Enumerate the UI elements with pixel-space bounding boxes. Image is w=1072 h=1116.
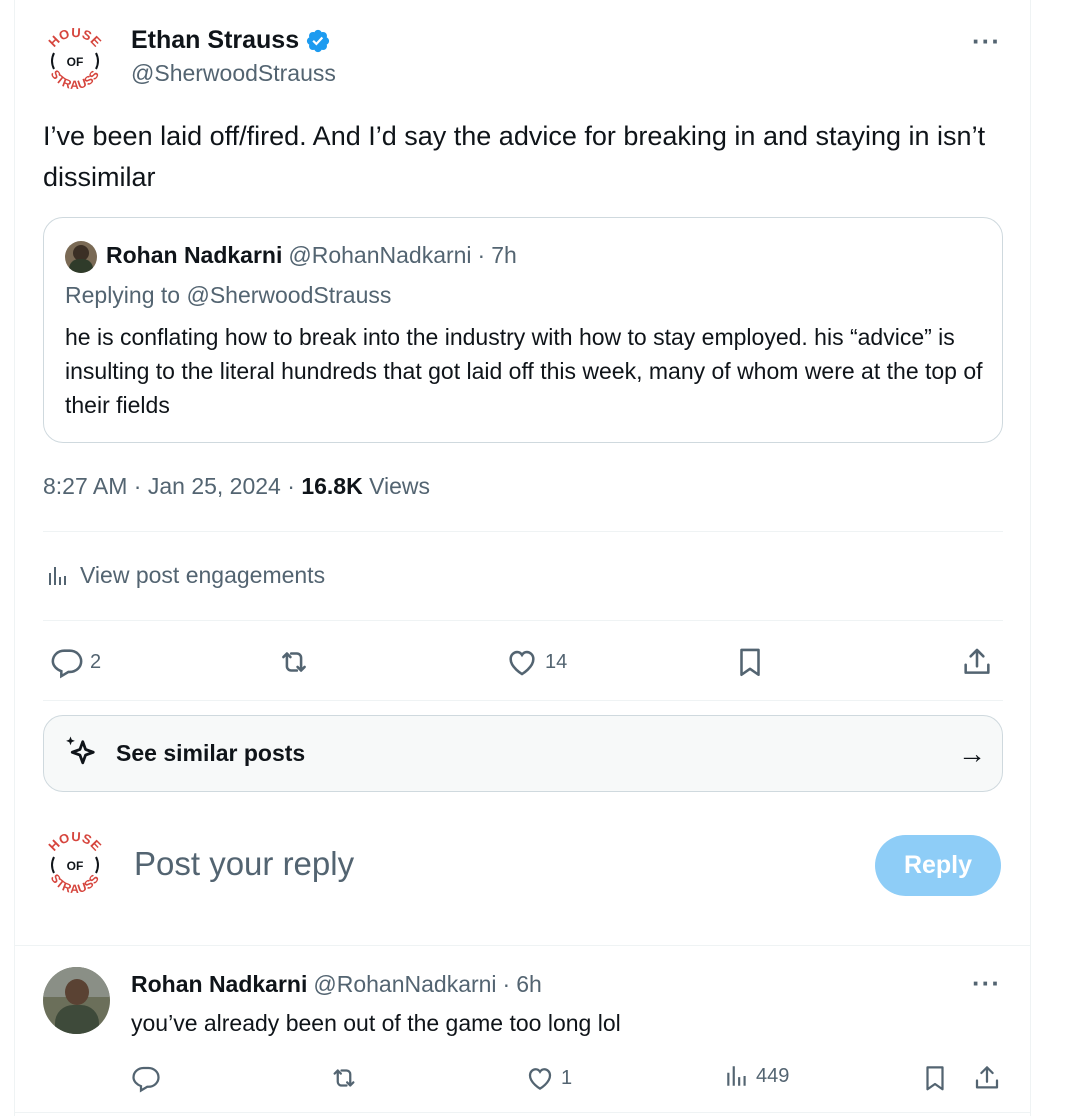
quoted-author-name: Rohan Nadkarni [106, 242, 283, 268]
quoted-author-handle: @RohanNadkarni [288, 242, 472, 268]
like-action[interactable]: 14 [505, 645, 567, 679]
reply-input[interactable]: Post your reply [134, 845, 354, 883]
author-handle[interactable]: @SherwoodStrauss [131, 60, 336, 87]
verified-badge-icon [307, 29, 330, 52]
repost-icon [333, 1069, 355, 1087]
sparkle-icon [66, 736, 95, 765]
author-avatar[interactable]: HOUSE OF STRAUSS [40, 26, 110, 96]
reply-count: 2 [90, 650, 102, 673]
divider [43, 531, 1003, 532]
like-count: 14 [545, 650, 568, 673]
quoted-text: he is conflating how to break into the i… [65, 324, 983, 418]
quoted-replying-to: Replying to @SherwoodStrauss [65, 282, 391, 309]
share-icon [964, 648, 990, 674]
reply-bookmark-action[interactable] [920, 1063, 950, 1093]
author-name[interactable]: Ethan Strauss [131, 26, 299, 55]
analytics-icon [49, 566, 66, 585]
reply-button[interactable]: Reply [875, 835, 1001, 896]
see-similar-posts-button[interactable]: See similar posts → [43, 715, 1003, 792]
house-of-strauss-logo: HOUSE OF STRAUSS [45, 26, 104, 92]
post-date[interactable]: Jan 25, 2024 [148, 473, 281, 499]
replying-to-prefix: Replying to [65, 282, 187, 308]
see-similar-posts-label: See similar posts [116, 740, 306, 766]
reply-separator: · [502, 971, 511, 997]
reply-author-name[interactable]: Rohan Nadkarni [131, 971, 307, 998]
author-name-row[interactable]: Ethan Strauss [131, 26, 331, 55]
divider [14, 945, 1031, 946]
repost-action[interactable] [276, 645, 318, 679]
reply-text: you’ve already been out of the game too … [131, 1010, 621, 1036]
repost-icon [282, 652, 306, 672]
share-icon [975, 1066, 999, 1089]
heart-icon [528, 1068, 552, 1090]
reply-author-avatar[interactable] [43, 967, 110, 1034]
share-action[interactable] [960, 645, 994, 679]
reply-share-action[interactable] [972, 1063, 1002, 1093]
arrow-right-icon: → [958, 738, 986, 769]
analytics-icon [727, 1066, 746, 1086]
reply-time[interactable]: 6h [516, 971, 542, 998]
composer-avatar[interactable]: HOUSE OF STRAUSS [40, 830, 110, 900]
reply-icon [132, 1066, 160, 1093]
divider [43, 700, 1003, 701]
divider [14, 1112, 1031, 1113]
reply-repost-action[interactable] [328, 1063, 366, 1093]
svg-text:STRAUSS: STRAUSS [48, 871, 102, 896]
quoted-time: 7h [491, 242, 517, 268]
meta-separator: · [133, 473, 142, 499]
reply-like-count: 1 [561, 1066, 573, 1089]
svg-text:OF: OF [67, 859, 84, 873]
reply-author-handle[interactable]: @RohanNadkarni [313, 971, 496, 998]
bookmark-icon [740, 648, 760, 677]
views-count: 16.8K [301, 473, 363, 499]
quoted-header: Rohan Nadkarni @RohanNadkarni · 7h [106, 242, 517, 269]
views-label: Views [369, 473, 431, 499]
svg-text:HOUSE: HOUSE [45, 830, 104, 854]
bookmark-action[interactable] [733, 645, 767, 679]
reply-header: Rohan Nadkarni @RohanNadkarni · 6h [131, 971, 542, 998]
replying-to-handle: @SherwoodStrauss [186, 282, 392, 308]
reply-more-options-icon[interactable]: ··· [972, 968, 1001, 999]
post-meta: 8:27 AM · Jan 25, 2024 · 16.8K Views [43, 473, 430, 500]
more-options-icon[interactable]: ··· [972, 26, 1001, 57]
svg-text:OF: OF [67, 55, 84, 69]
quoted-author-avatar [65, 241, 97, 273]
svg-text:STRAUSS: STRAUSS [48, 67, 102, 92]
divider [43, 620, 1003, 621]
post-text: I’ve been laid off/fired. And I’d say th… [43, 121, 986, 192]
house-of-strauss-logo: HOUSE OF STRAUSS [45, 830, 104, 896]
view-engagements-link[interactable]: View post engagements [46, 562, 325, 589]
heart-icon [509, 650, 535, 676]
reply-icon [51, 649, 83, 679]
meta-separator: · [287, 473, 295, 499]
quoted-post[interactable]: Rohan Nadkarni @RohanNadkarni · 7h Reply… [43, 217, 1003, 443]
view-engagements-label[interactable]: View post engagements [80, 562, 325, 589]
reply-reply-action[interactable] [131, 1063, 167, 1093]
bookmark-icon [926, 1066, 944, 1091]
reply-action[interactable]: 2 [50, 645, 101, 679]
svg-text:HOUSE: HOUSE [45, 26, 104, 50]
quoted-separator: · [477, 242, 486, 268]
reply-views-action[interactable]: 449 [724, 1063, 789, 1089]
reply-like-action[interactable]: 1 [525, 1063, 572, 1093]
reply-views-count: 449 [756, 1064, 790, 1087]
post-time[interactable]: 8:27 AM [43, 473, 127, 499]
